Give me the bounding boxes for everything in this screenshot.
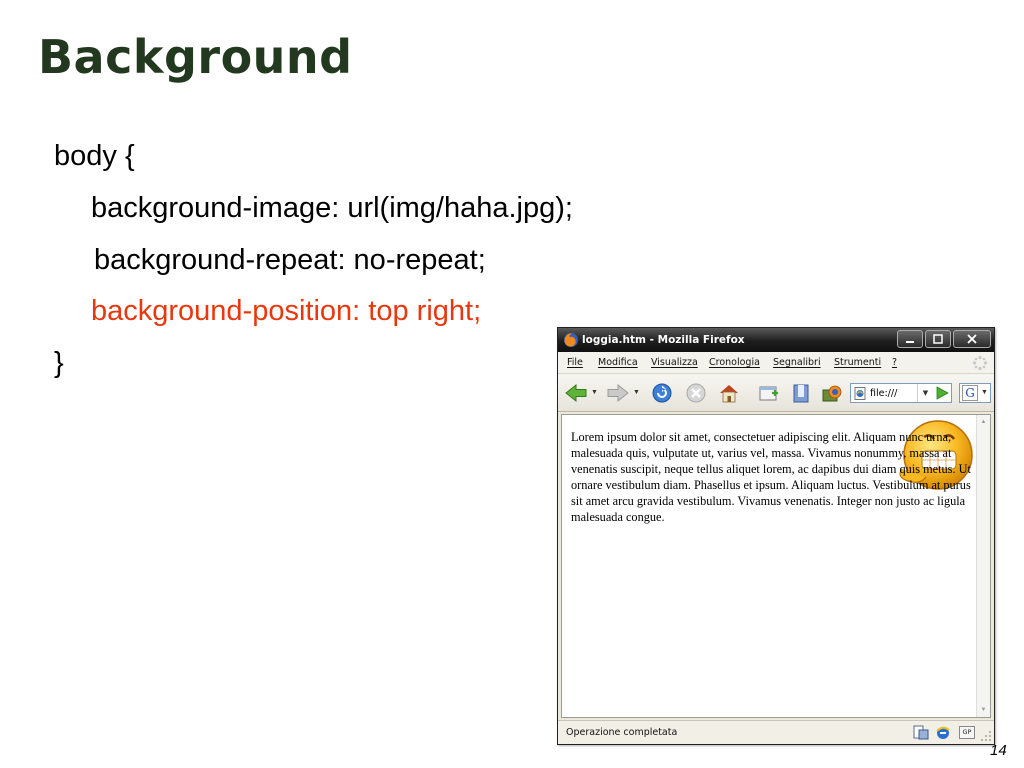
code-line-background-image: background-image: url(img/haha.jpg);	[91, 192, 573, 224]
page-number: 14	[990, 742, 1007, 759]
close-icon	[967, 334, 977, 344]
menu-modifica[interactable]: Modifica	[598, 357, 638, 368]
search-engine-selector[interactable]: G ▼	[959, 383, 991, 403]
window-title: loggia.htm - Mozilla Firefox	[582, 334, 745, 346]
code-line-closing-brace: }	[54, 347, 64, 379]
code-line-background-position: background-position: top right;	[91, 295, 482, 327]
gp-badge[interactable]: GP	[959, 726, 975, 739]
menu-file[interactable]: File	[567, 357, 583, 368]
address-input[interactable]: file:///	[870, 388, 897, 399]
forward-dropdown-icon[interactable]: ▼	[633, 389, 640, 396]
maximize-button[interactable]	[925, 330, 951, 348]
new-tab-icon[interactable]	[757, 382, 781, 404]
page-content: Lorem ipsum dolor sit amet, consectetuer…	[561, 414, 991, 718]
navigation-toolbar: ▼ ▼ file:/// ▼ G ▼	[558, 374, 994, 412]
maximize-icon	[933, 334, 943, 344]
minimize-icon	[906, 341, 914, 343]
bookmarks-icon[interactable]	[789, 382, 813, 404]
menu-help[interactable]: ?	[892, 357, 897, 368]
back-arrow-icon[interactable]	[564, 382, 588, 404]
vertical-scrollbar[interactable]: ▲ ▼	[976, 415, 990, 717]
search-dropdown-icon[interactable]: ▼	[981, 389, 988, 396]
page-icon	[854, 387, 866, 400]
back-dropdown-icon[interactable]: ▼	[591, 389, 598, 396]
code-line-background-repeat: background-repeat: no-repeat;	[94, 244, 486, 276]
menu-visualizza[interactable]: Visualizza	[651, 357, 698, 368]
status-bar: Operazione completata GP	[558, 720, 994, 744]
google-icon: G	[962, 385, 978, 401]
throbber-icon	[972, 355, 988, 371]
resize-grip-icon[interactable]	[980, 730, 992, 742]
forward-arrow-icon[interactable]	[606, 382, 630, 404]
address-bar[interactable]: file:/// ▼	[850, 383, 952, 403]
lorem-ipsum-text: Lorem ipsum dolor sit amet, consectetuer…	[571, 430, 971, 524]
menu-cronologia[interactable]: Cronologia	[709, 357, 760, 368]
menu-strumenti[interactable]: Strumenti	[834, 357, 881, 368]
minimize-button[interactable]	[897, 330, 923, 348]
scroll-up-icon[interactable]: ▲	[977, 415, 990, 429]
firefox-window: loggia.htm - Mozilla Firefox File Modifi…	[557, 327, 995, 745]
firefox-extension-icon[interactable]	[820, 382, 844, 404]
menu-bar: File Modifica Visualizza Cronologia Segn…	[558, 352, 994, 374]
window-titlebar[interactable]: loggia.htm - Mozilla Firefox	[558, 328, 994, 352]
code-line-selector: body {	[54, 140, 135, 172]
firefox-logo-icon	[564, 333, 578, 347]
slide-title: Background	[38, 30, 353, 84]
status-text: Operazione completata	[566, 727, 678, 738]
close-button[interactable]	[953, 330, 991, 348]
go-arrow-icon[interactable]	[934, 386, 950, 400]
page-info-icon[interactable]	[913, 725, 929, 740]
reload-icon[interactable]	[650, 382, 674, 404]
menu-segnalibri[interactable]: Segnalibri	[773, 357, 821, 368]
home-icon[interactable]	[717, 382, 741, 404]
address-dropdown-icon[interactable]: ▼	[917, 384, 933, 402]
browser-ie-icon[interactable]	[935, 725, 951, 740]
scroll-down-icon[interactable]: ▼	[977, 703, 990, 717]
stop-icon[interactable]	[684, 382, 708, 404]
